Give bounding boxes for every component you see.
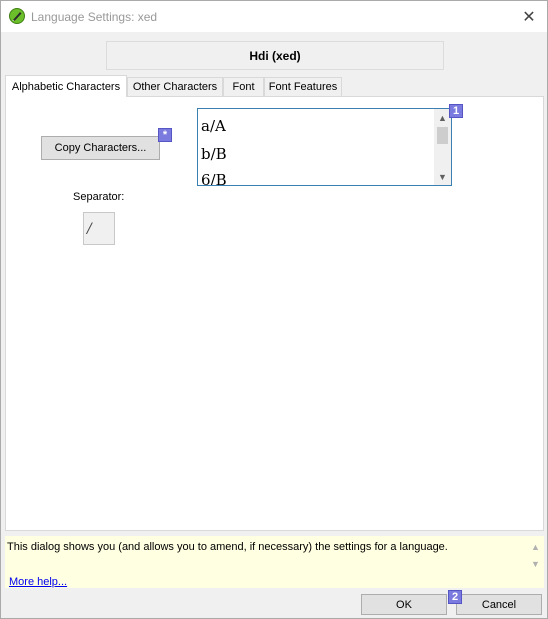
tab-other-characters[interactable]: Other Characters [127, 77, 223, 96]
cancel-button[interactable]: Cancel [456, 594, 542, 615]
chevron-down-icon[interactable]: ▼ [527, 555, 544, 572]
copy-characters-button[interactable]: Copy Characters... [41, 136, 160, 160]
list-item[interactable]: 6/B [201, 171, 227, 185]
character-list[interactable]: a/A b/B 6/B ▲ ▼ [197, 108, 452, 186]
help-text: This dialog shows you (and allows you to… [7, 541, 448, 553]
tab-font-features[interactable]: Font Features [264, 77, 342, 96]
tab-font[interactable]: Font [223, 77, 264, 96]
chevron-up-icon[interactable]: ▲ [527, 538, 544, 555]
title-bar: Language Settings: xed ✕ [1, 1, 547, 32]
separator-label: Separator: [73, 191, 125, 203]
language-name-banner: Hdi (xed) [106, 41, 444, 70]
help-panel: This dialog shows you (and allows you to… [5, 536, 544, 588]
tab-alphabetic-characters[interactable]: Alphabetic Characters [5, 75, 127, 97]
window-title: Language Settings: xed [31, 10, 158, 24]
close-button[interactable]: ✕ [511, 1, 547, 32]
help-scrollbar[interactable]: ▲ ▼ [527, 536, 544, 572]
more-help-link[interactable]: More help... [9, 576, 67, 588]
language-settings-dialog: Language Settings: xed ✕ Hdi (xed) Alpha… [0, 0, 548, 619]
green-pen-icon [9, 8, 25, 24]
copy-characters-badge: * [158, 128, 172, 142]
scroll-thumb[interactable] [437, 127, 448, 144]
separator-field[interactable]: / [83, 212, 115, 245]
chevron-down-icon[interactable]: ▼ [434, 168, 451, 185]
cancel-badge: 2 [448, 590, 462, 604]
ok-button[interactable]: OK [361, 594, 447, 615]
list-scrollbar[interactable]: ▲ ▼ [434, 109, 451, 185]
character-list-badge: 1 [449, 104, 463, 118]
list-item[interactable]: b/B [201, 145, 227, 163]
list-item[interactable]: a/A [201, 117, 226, 135]
